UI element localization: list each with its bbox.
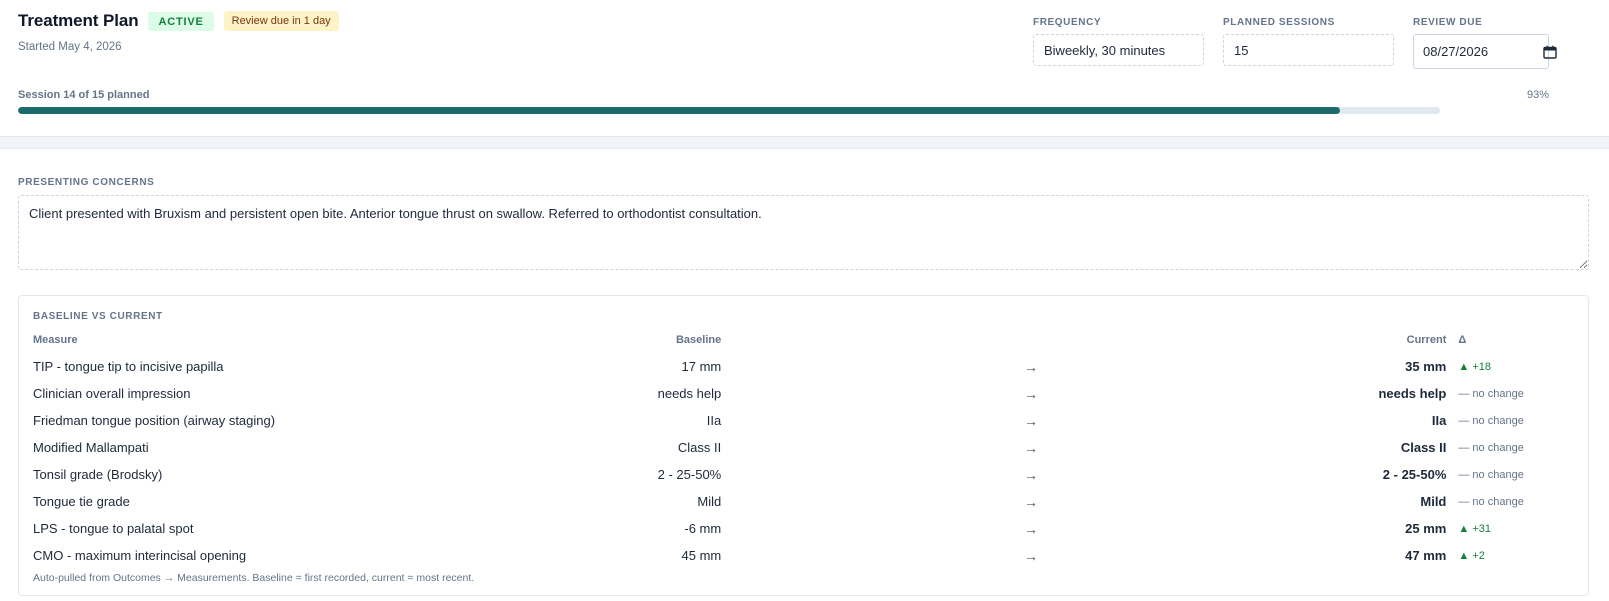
arrow-cell: →: [1024, 439, 1038, 456]
table-row: Tonsil grade (Brodsky) 2 - 25-50% → 2 - 25-…: [33, 461, 1545, 488]
current-cell: IIa: [1431, 413, 1447, 428]
review-due-badge: Review due in 1 day: [223, 11, 339, 31]
current-cell: needs help: [1378, 386, 1447, 401]
presenting-concerns-label: PRESENTING CONCERNS: [18, 177, 155, 188]
review-due-date-picker[interactable]: [1413, 34, 1557, 69]
table-row: TIP - tongue tip to incisive papilla 17 m…: [33, 353, 1545, 380]
baseline-cell: needs help: [657, 386, 722, 401]
column-header-current: Current: [1406, 334, 1447, 346]
delta-cell: — no change: [1458, 495, 1524, 508]
baseline-cell: Class II: [677, 440, 722, 455]
arrow-cell: →: [1024, 412, 1038, 429]
baseline-vs-current-label: BASELINE VS CURRENT: [33, 311, 163, 322]
delta-cell: — no change: [1458, 468, 1524, 481]
started-date: Started May 4, 2026: [18, 41, 122, 53]
current-cell: 35 mm: [1405, 359, 1447, 374]
planned-sessions-input[interactable]: [1223, 34, 1394, 66]
baseline-cell: IIa: [706, 413, 722, 428]
table-row: Tongue tie grade Mild → Mild — no change: [33, 488, 1545, 515]
review-due-field: REVIEW DUE: [1413, 17, 1557, 69]
status-badge: ACTIVE: [148, 11, 214, 31]
current-cell: 47 mm: [1405, 548, 1447, 563]
column-header-measure: Measure: [33, 334, 78, 346]
progress-percent: 93%: [1526, 89, 1549, 101]
measure-cell: Tonsil grade (Brodsky): [33, 467, 163, 482]
calendar-icon[interactable]: [1543, 45, 1557, 59]
table-row: Clinician overall impression needs help → n…: [33, 380, 1545, 407]
arrow-cell: →: [1024, 493, 1038, 510]
delta-cell: — no change: [1458, 387, 1524, 400]
current-cell: Class II: [1400, 440, 1447, 455]
measure-cell: Modified Mallampati: [33, 440, 149, 455]
column-header-baseline: Baseline: [675, 334, 722, 346]
table-row: LPS - tongue to palatal spot -6 mm → 25 mm ▲…: [33, 515, 1545, 542]
delta-cell: ▲ +2: [1458, 549, 1485, 562]
table-row: CMO - maximum interincisal opening 45 mm →…: [33, 542, 1545, 569]
frequency-field: FREQUENCY: [1033, 17, 1204, 66]
baseline-cell: 17 mm: [681, 359, 722, 374]
progress-fill: [18, 107, 1341, 114]
review-due-input[interactable]: [1423, 44, 1543, 59]
current-cell: 25 mm: [1405, 521, 1447, 536]
review-due-label: REVIEW DUE: [1413, 17, 1483, 28]
column-header-arrow: [721, 327, 1341, 353]
arrow-cell: →: [1024, 466, 1038, 483]
arrow-cell: →: [1024, 547, 1038, 564]
baseline-vs-current-card: BASELINE VS CURRENT Measure Baseline Cur…: [18, 295, 1589, 596]
baseline-cell: 2 - 25-50%: [657, 467, 722, 482]
table-row: Friedman tongue position (airway staging…: [33, 407, 1545, 434]
arrow-cell: →: [1024, 358, 1038, 375]
arrow-cell: →: [1024, 385, 1038, 402]
measure-cell: Clinician overall impression: [33, 386, 191, 401]
table-header-row: Measure Baseline Current Δ: [33, 327, 1545, 353]
progress-bar: [18, 107, 1440, 114]
presenting-concerns-textarea[interactable]: [18, 195, 1589, 270]
current-cell: Mild: [1420, 494, 1447, 509]
current-cell: 2 - 25-50%: [1382, 467, 1447, 482]
delta-cell: ▲ +18: [1458, 360, 1491, 373]
measurements-table: Measure Baseline Current Δ TIP - tongue …: [33, 327, 1545, 569]
delta-cell: ▲ +31: [1458, 522, 1491, 535]
baseline-cell: -6 mm: [684, 521, 722, 536]
arrow-cell: →: [1024, 520, 1038, 537]
column-header-delta: Δ: [1458, 334, 1467, 346]
delta-cell: — no change: [1458, 441, 1524, 454]
title-row: Treatment Plan ACTIVE Review due in 1 da…: [18, 11, 339, 31]
measure-cell: Tongue tie grade: [33, 494, 130, 509]
progress-label: Session 14 of 15 planned: [18, 89, 150, 101]
frequency-input[interactable]: [1033, 34, 1204, 66]
page-title: Treatment Plan: [18, 11, 139, 30]
measure-cell: TIP - tongue tip to incisive papilla: [33, 359, 224, 374]
measure-cell: LPS - tongue to palatal spot: [33, 521, 194, 536]
section-divider: [0, 137, 1609, 149]
planned-sessions-field: PLANNED SESSIONS: [1223, 17, 1394, 66]
baseline-cell: Mild: [697, 494, 722, 509]
planned-sessions-label: PLANNED SESSIONS: [1223, 17, 1335, 28]
measure-cell: CMO - maximum interincisal opening: [33, 548, 247, 563]
measure-cell: Friedman tongue position (airway staging…: [33, 413, 276, 428]
delta-cell: — no change: [1458, 414, 1524, 427]
baseline-cell: 45 mm: [681, 548, 722, 563]
plan-header: Treatment Plan ACTIVE Review due in 1 da…: [0, 0, 1609, 137]
table-row: Modified Mallampati Class II → Class II — no…: [33, 434, 1545, 461]
table-footnote: Auto-pulled from Outcomes → Measurements…: [33, 572, 475, 584]
frequency-label: FREQUENCY: [1033, 17, 1102, 28]
